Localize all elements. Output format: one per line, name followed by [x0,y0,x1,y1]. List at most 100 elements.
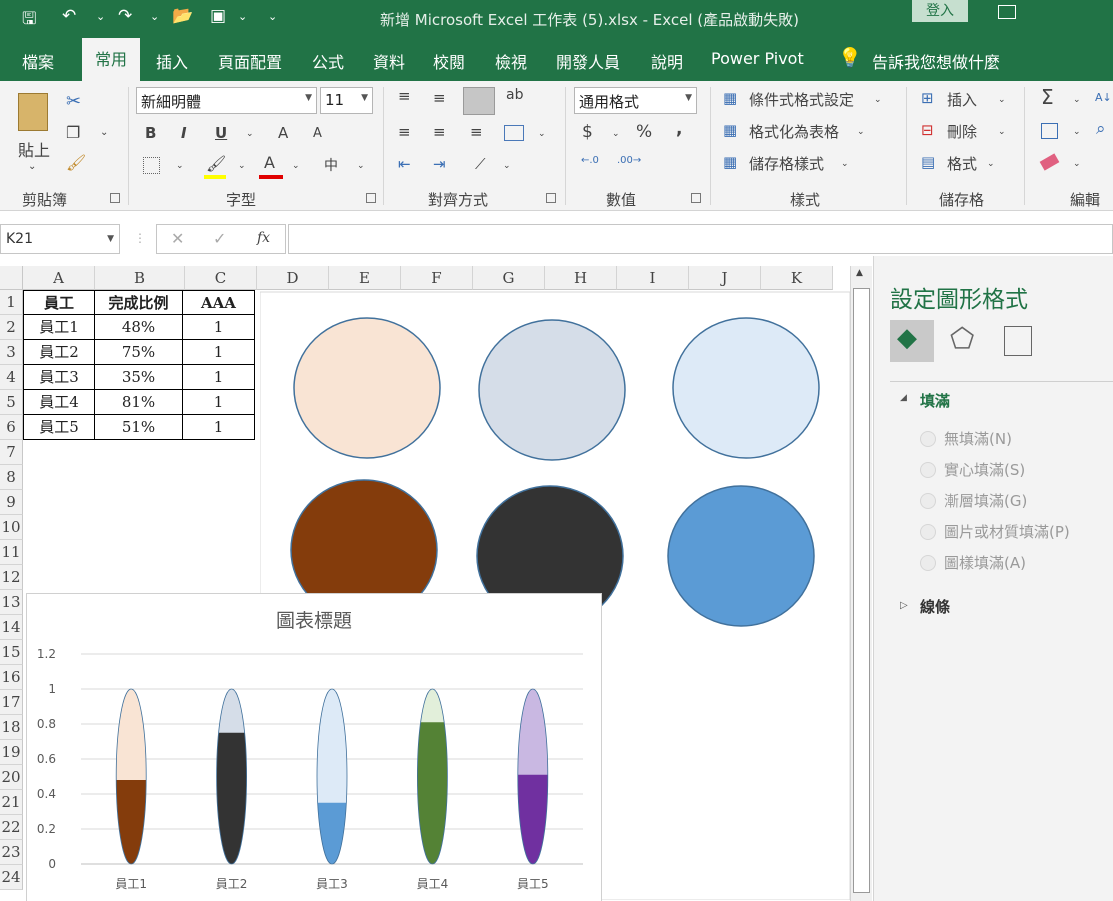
orientation-icon[interactable]: ⟋ [475,155,486,173]
screenshot-dropdown-icon[interactable]: ⌄ [238,10,247,23]
shrink-font-button[interactable]: A [313,126,322,141]
increase-decimal-icon[interactable]: ←.0 [581,155,599,166]
copy-icon[interactable]: ❐ [66,123,80,142]
font-launcher-icon[interactable] [366,193,376,203]
row-header-23[interactable]: 23 [0,840,23,865]
underline-button[interactable]: U [215,124,227,142]
bold-button[interactable]: B [145,124,156,142]
delete-cells-button[interactable]: 刪除 [947,121,977,142]
insert-cells-dropdown-icon[interactable]: ⌄ [998,95,1006,105]
confirm-entry-icon[interactable]: ✓ [213,229,226,248]
table-cell[interactable]: 員工3 [23,365,95,390]
table-cell[interactable]: 員工4 [23,390,95,415]
clear-icon[interactable] [1039,153,1060,171]
chart-title[interactable]: 圖表標題 [276,610,352,632]
fill-option-label[interactable]: 漸層填滿(G) [944,490,1027,511]
scrollbar-thumb[interactable] [853,288,870,893]
column-header-J[interactable]: J [689,266,761,290]
align-top-icon[interactable]: ≡ [398,87,411,105]
tab-home[interactable]: 常用 [82,38,140,81]
column-header-A[interactable]: A [23,266,95,290]
autosum-button[interactable]: Σ [1041,85,1054,109]
row-header-3[interactable]: 3 [0,340,23,365]
column-header-B[interactable]: B [95,266,185,290]
fill-option-radio[interactable] [920,462,936,478]
align-middle-icon[interactable]: ≡ [433,89,446,107]
conditional-format-button[interactable]: 條件式格式設定 [749,89,854,110]
number-format-select[interactable]: 通用格式 ▼ [574,87,697,114]
sort-filter-icon[interactable]: A↓ [1095,91,1112,104]
number-launcher-icon[interactable] [691,193,701,203]
italic-button[interactable]: I [181,124,187,142]
clipboard-launcher-icon[interactable] [110,193,120,203]
decrease-decimal-icon[interactable]: .00→ [617,155,641,166]
row-header-11[interactable]: 11 [0,540,23,565]
currency-dropdown-icon[interactable]: ⌄ [612,129,620,139]
fill-option-radio[interactable] [920,493,936,509]
fill-option-label[interactable]: 實心填滿(S) [944,459,1025,480]
scroll-up-icon[interactable]: ▲ [856,268,863,278]
find-select-icon[interactable]: ⌕ [1096,119,1106,139]
table-header-cell[interactable]: AAA [183,290,255,315]
column-header-D[interactable]: D [257,266,329,290]
row-header-22[interactable]: 22 [0,815,23,840]
column-header-G[interactable]: G [473,266,545,290]
currency-button[interactable]: $ [582,122,593,142]
paste-dropdown-icon[interactable]: ⌄ [28,161,36,172]
clear-dropdown-icon[interactable]: ⌄ [1073,159,1081,169]
table-cell[interactable]: 1 [183,390,255,415]
font-size-select[interactable]: 11 ▼ [320,87,373,114]
row-header-24[interactable]: 24 [0,865,23,890]
format-as-table-dropdown-icon[interactable]: ⌄ [857,127,865,137]
grow-font-button[interactable]: A [278,124,288,142]
font-color-icon[interactable]: A [264,153,275,172]
tab-view[interactable]: 檢視 [495,49,527,73]
table-cell[interactable]: 1 [183,415,255,440]
light-circle-shape[interactable] [478,319,626,461]
formula-input[interactable] [288,224,1113,254]
row-header-18[interactable]: 18 [0,715,23,740]
table-cell[interactable]: 1 [183,340,255,365]
column-header-I[interactable]: I [617,266,689,290]
dark-circle-shape[interactable] [667,485,815,627]
cell-styles-button[interactable]: 儲存格樣式 [749,153,824,174]
row-header-5[interactable]: 5 [0,390,23,415]
tab-page-layout[interactable]: 頁面配置 [218,49,282,73]
light-circle-shape[interactable] [672,317,820,459]
fill-option-radio[interactable] [920,431,936,447]
row-header-12[interactable]: 12 [0,565,23,590]
comma-button[interactable]: , [676,119,682,139]
paste-button[interactable]: 貼上 [18,137,50,161]
format-painter-icon[interactable]: 🖌 [66,153,86,172]
tab-formulas[interactable]: 公式 [312,49,344,73]
light-circle-shape[interactable] [293,317,441,459]
tell-me-search[interactable]: 告訴我您想做什麼 [872,49,1000,73]
cut-icon[interactable]: ✂ [66,91,81,112]
cell-styles-dropdown-icon[interactable]: ⌄ [841,159,849,169]
fill-section-header[interactable]: 填滿 [920,390,950,411]
orientation-dropdown-icon[interactable]: ⌄ [503,161,511,171]
decrease-indent-icon[interactable]: ⇤ [398,155,411,173]
name-box[interactable]: K21 ▼ [0,224,120,254]
table-cell[interactable]: 35% [95,365,183,390]
row-header-8[interactable]: 8 [0,465,23,490]
borders-dropdown-icon[interactable]: ⌄ [176,161,184,171]
percent-button[interactable]: % [636,122,652,142]
font-color-dropdown-icon[interactable]: ⌄ [292,161,300,171]
fill-option-label[interactable]: 無填滿(N) [944,428,1012,449]
phonetic-button[interactable]: 中 [324,155,338,175]
table-cell[interactable]: 81% [95,390,183,415]
copy-dropdown-icon[interactable]: ⌄ [100,127,108,138]
table-header-cell[interactable]: 完成比例 [95,290,183,315]
fill-icon[interactable] [1041,123,1058,139]
fill-section-expand-icon[interactable]: ◢ [900,393,907,403]
insert-function-button[interactable]: fx [257,230,270,246]
table-cell[interactable]: 1 [183,315,255,340]
fill-dropdown-icon[interactable]: ⌄ [1073,127,1081,137]
row-header-10[interactable]: 10 [0,515,23,540]
ribbon-display-icon[interactable] [998,5,1016,19]
format-cells-dropdown-icon[interactable]: ⌄ [987,159,995,169]
column-header-F[interactable]: F [401,266,473,290]
tab-review[interactable]: 校閱 [433,49,465,73]
fill-option-label[interactable]: 圖片或材質填滿(P) [944,521,1070,542]
